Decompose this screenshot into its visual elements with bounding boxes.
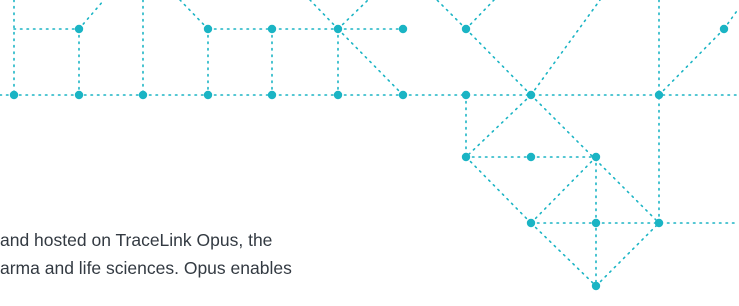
network-node bbox=[719, 24, 729, 34]
connector-line bbox=[78, 0, 105, 30]
network-node bbox=[74, 90, 84, 100]
connector-line bbox=[530, 156, 597, 224]
network-node bbox=[203, 90, 213, 100]
network-node bbox=[654, 90, 664, 100]
network-node bbox=[591, 218, 601, 228]
connector-line bbox=[530, 222, 597, 287]
network-node bbox=[138, 90, 148, 100]
network-node bbox=[654, 218, 664, 228]
connector-line bbox=[309, 0, 339, 30]
network-node bbox=[203, 24, 213, 34]
connector-line bbox=[530, 0, 601, 96]
network-node bbox=[267, 90, 277, 100]
connector-line bbox=[436, 0, 467, 30]
network-node bbox=[526, 152, 536, 162]
network-node bbox=[333, 24, 343, 34]
network-node bbox=[461, 90, 471, 100]
connector-line bbox=[465, 0, 495, 30]
connector-line bbox=[179, 0, 209, 30]
network-node bbox=[333, 90, 343, 100]
connector-line bbox=[465, 94, 532, 158]
network-node bbox=[267, 24, 277, 34]
connector-line bbox=[658, 28, 725, 96]
body-line-2: arma and life sciences. Opus enables bbox=[0, 258, 292, 278]
connector-line bbox=[465, 156, 532, 224]
network-node bbox=[398, 90, 408, 100]
network-node bbox=[526, 90, 536, 100]
network-node bbox=[74, 24, 84, 34]
connector-line bbox=[465, 28, 532, 96]
network-node bbox=[591, 152, 601, 162]
network-node bbox=[9, 90, 19, 100]
network-node bbox=[461, 152, 471, 162]
network-node bbox=[398, 24, 408, 34]
body-paragraph: and hosted on TraceLink Opus, the arma a… bbox=[0, 226, 292, 282]
body-line-1: and hosted on TraceLink Opus, the bbox=[0, 230, 273, 250]
network-node bbox=[461, 24, 471, 34]
connector-line bbox=[337, 28, 404, 96]
network-node bbox=[526, 218, 536, 228]
connector-line bbox=[337, 0, 369, 30]
network-node bbox=[591, 281, 601, 291]
connector-line bbox=[595, 222, 660, 287]
